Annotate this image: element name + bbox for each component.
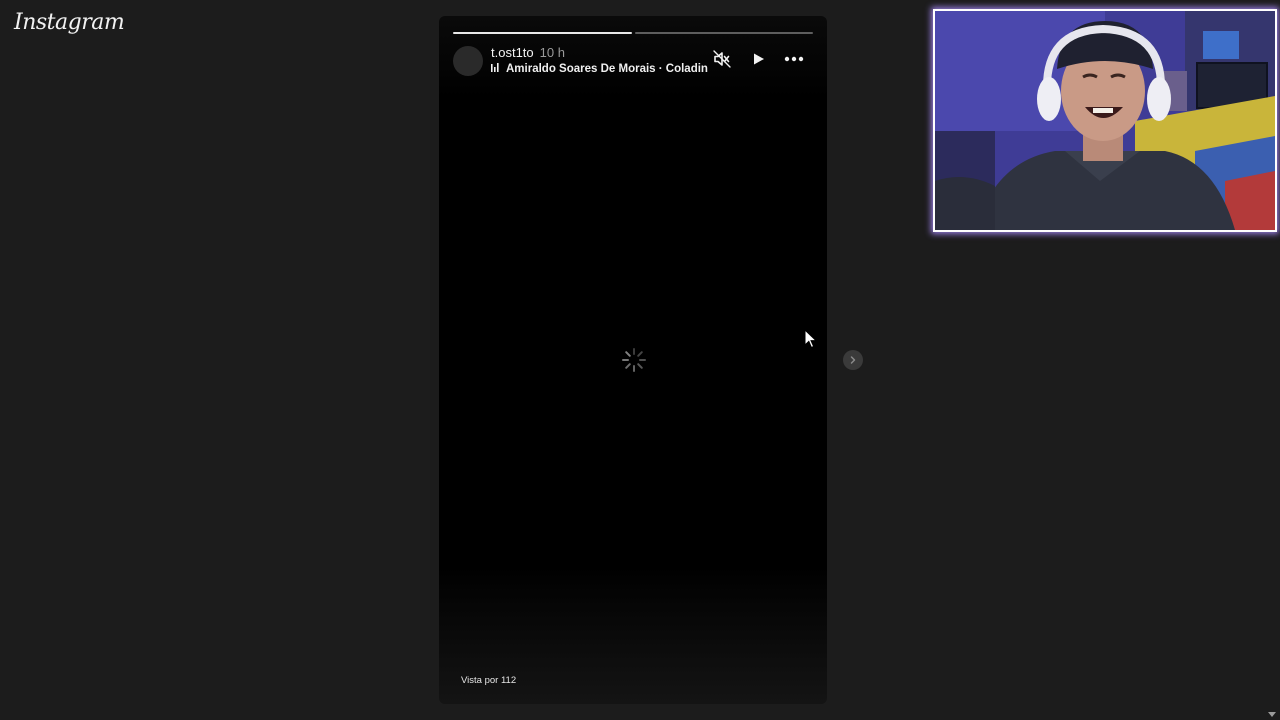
- more-horizontal-icon: [784, 56, 804, 62]
- mute-button[interactable]: [711, 48, 733, 70]
- progress-segment-2: [634, 32, 813, 34]
- more-options-button[interactable]: [783, 48, 805, 70]
- story-header: t.ost1to 10 h Amiraldo Soares De Morais ·…: [453, 44, 813, 80]
- speaker-muted-icon: [713, 50, 731, 68]
- story-controls: [711, 48, 805, 70]
- webcam-person-image: [935, 11, 1275, 230]
- webcam-overlay: [933, 9, 1277, 232]
- avatar[interactable]: [453, 46, 483, 76]
- progress-segment-1: [453, 32, 632, 34]
- scroll-down-icon[interactable]: [1268, 710, 1276, 718]
- story-user-line: t.ost1to 10 h: [491, 45, 565, 60]
- instagram-logo[interactable]: Instagram: [14, 10, 125, 35]
- next-story-button[interactable]: [843, 350, 863, 370]
- progress-fill-1: [453, 32, 632, 34]
- play-icon: [754, 53, 764, 65]
- story-progress-bar: [453, 32, 813, 34]
- story-time: 10 h: [539, 45, 565, 60]
- story-viewers-count[interactable]: Vista por 112: [461, 675, 516, 686]
- instagram-story-page: Instagram t.ost1to 10 h Amiraldo Soares D…: [0, 0, 1280, 720]
- story-viewer[interactable]: t.ost1to 10 h Amiraldo Soares De Morais ·…: [439, 16, 827, 704]
- mouse-cursor-icon: [804, 329, 818, 349]
- story-username[interactable]: t.ost1to: [491, 45, 534, 60]
- story-music-link[interactable]: Amiraldo Soares De Morais · Coladinha: [491, 63, 708, 75]
- chevron-right-icon: [850, 356, 856, 364]
- loading-spinner-icon: [622, 348, 646, 372]
- music-bars-icon: [491, 63, 499, 72]
- play-button[interactable]: [747, 48, 769, 70]
- story-music-text: Amiraldo Soares De Morais · Coladinha: [506, 63, 708, 75]
